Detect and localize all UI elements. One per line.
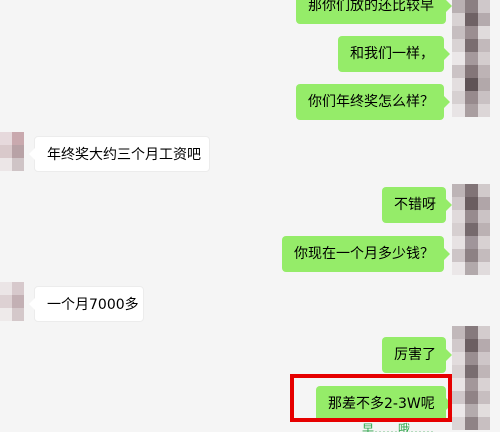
message-text: 和我们一样， [350, 46, 434, 62]
self-avatar[interactable] [452, 184, 490, 276]
contact-avatar[interactable] [0, 282, 24, 322]
chat-window: 那你们放的还比较早 和我们一样， 你们年终奖怎么样？ 年终奖大约三个月工资吧 不… [0, 0, 500, 432]
message-bubble-contact[interactable]: 年终奖大约三个月工资吧 [29, 136, 210, 172]
message-text: 一个月7000多 [47, 297, 139, 313]
message-bubble-self[interactable]: 那你们放的还比较早 [296, 0, 452, 24]
red-highlight-box [290, 374, 452, 422]
self-avatar[interactable] [452, 326, 490, 432]
message-bubble-self[interactable]: 你现在一个月多少钱？ [282, 236, 450, 272]
footer-partial-text: 早……哦…… [362, 422, 435, 432]
message-bubble-self[interactable]: 不错呀 [382, 187, 452, 223]
contact-avatar[interactable] [0, 132, 24, 172]
self-avatar[interactable] [452, 0, 490, 124]
message-text: 那你们放的还比较早 [308, 0, 434, 14]
message-text: 厉害了 [394, 347, 436, 363]
message-text: 年终奖大约三个月工资吧 [47, 147, 201, 163]
message-bubble-contact[interactable]: 一个月7000多 [29, 286, 144, 322]
message-bubble-self[interactable]: 厉害了 [382, 337, 452, 373]
message-text: 不错呀 [394, 197, 436, 213]
message-bubble-self[interactable]: 和我们一样， [338, 36, 450, 72]
message-text: 你现在一个月多少钱？ [294, 246, 434, 262]
message-bubble-self[interactable]: 你们年终奖怎么样？ [296, 84, 450, 120]
message-text: 你们年终奖怎么样？ [308, 94, 434, 110]
